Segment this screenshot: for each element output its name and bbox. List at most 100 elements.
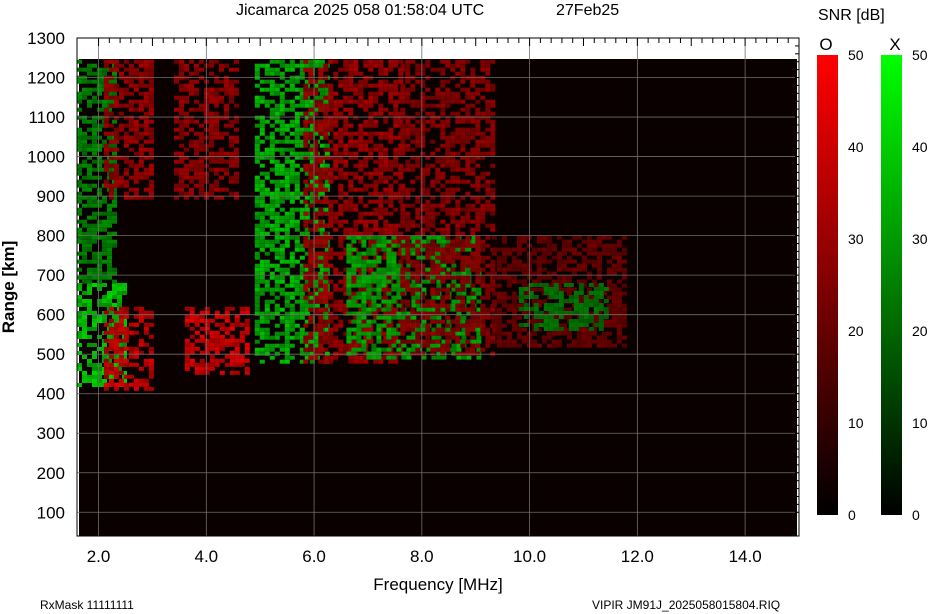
echo-cell-o <box>521 279 527 284</box>
echo-cell-o <box>420 107 426 112</box>
echo-cell-o <box>343 95 349 100</box>
echo-cell-o <box>143 386 149 391</box>
echo-cell-o <box>465 307 471 312</box>
echo-cell-o <box>616 259 622 264</box>
echo-cell-o <box>440 135 446 140</box>
echo-cell-x <box>548 287 554 291</box>
echo-cell-o <box>118 183 124 188</box>
echo-cell-x <box>558 303 564 307</box>
echo-cell-x <box>107 275 112 280</box>
echo-cell-o <box>224 111 229 116</box>
echo-cell-x <box>381 299 387 304</box>
echo-cell-o <box>128 107 134 112</box>
echo-cell-o <box>490 203 496 208</box>
echo-cell-x <box>289 103 295 108</box>
echo-cell-o <box>123 382 129 387</box>
echo-cell-o <box>470 115 476 120</box>
echo-cell-x <box>254 339 260 344</box>
echo-cell-o <box>491 323 497 328</box>
echo-cell-o <box>308 259 314 264</box>
echo-cell-x <box>82 119 87 124</box>
echo-cell-o <box>358 127 364 132</box>
echo-cell-o <box>318 99 324 104</box>
echo-cell-x <box>573 295 579 299</box>
echo-cell-o <box>511 279 517 284</box>
echo-cell-x <box>356 347 362 352</box>
echo-cell-x <box>299 291 305 296</box>
echo-cell-x <box>289 223 295 228</box>
echo-cell-o <box>445 115 451 120</box>
echo-cell-x <box>92 323 97 327</box>
echo-cell-o <box>611 255 617 260</box>
echo-cell-x <box>456 347 462 352</box>
echo-cell-o <box>400 187 406 192</box>
echo-cell-o <box>333 131 339 136</box>
echo-cell-x <box>279 151 285 156</box>
echo-cell-o <box>405 187 411 192</box>
echo-cell-x <box>386 291 392 296</box>
echo-cell-o <box>388 359 394 364</box>
echo-cell-x <box>376 303 382 308</box>
echo-cell-o <box>303 139 309 144</box>
echo-cell-o <box>601 235 607 240</box>
echo-cell-o <box>400 319 406 324</box>
echo-cell-o <box>199 171 204 176</box>
echo-cell-o <box>353 359 359 364</box>
echo-cell-o <box>496 255 502 260</box>
echo-cell-o <box>373 179 379 184</box>
echo-cell-o <box>108 171 114 176</box>
echo-cell-o <box>410 311 416 316</box>
echo-cell-o <box>194 87 199 92</box>
echo-cell-o <box>103 115 109 120</box>
echo-cell-x <box>82 255 87 260</box>
echo-cell-x <box>107 207 112 212</box>
echo-cell-o <box>113 67 119 72</box>
echo-cell-o <box>189 191 194 196</box>
echo-cell-o <box>455 63 461 68</box>
echo-cell-x <box>351 327 357 332</box>
echo-cell-o <box>373 123 379 128</box>
echo-cell-o <box>388 191 394 196</box>
echo-cell-x <box>319 143 325 148</box>
echo-cell-x <box>107 255 112 260</box>
echo-cell-o <box>148 191 154 196</box>
echo-cell-x <box>361 251 367 256</box>
echo-cell-o <box>229 135 234 140</box>
echo-cell-o <box>485 111 491 116</box>
echo-cell-o <box>113 87 119 92</box>
echo-cell-o <box>113 366 119 371</box>
echo-cell-x <box>279 167 285 172</box>
echo-cell-x <box>391 315 397 320</box>
echo-cell-o <box>475 207 481 212</box>
echo-cell-o <box>204 322 210 327</box>
echo-cell-o <box>611 267 617 272</box>
echo-cell-o <box>465 351 471 356</box>
echo-cell-x <box>77 191 82 196</box>
echo-cell-o <box>234 179 239 184</box>
echo-cell-o <box>308 331 314 336</box>
echo-cell-o <box>388 223 394 228</box>
echo-cell-x <box>87 287 92 291</box>
echo-cell-x <box>254 187 260 192</box>
echo-cell-o <box>323 95 329 100</box>
echo-cell-x <box>548 291 554 295</box>
y-tick-label: 1000 <box>27 148 65 167</box>
echo-cell-x <box>361 307 367 312</box>
echo-cell-o <box>204 330 210 335</box>
echo-cell-o <box>475 311 481 316</box>
echo-cell-o <box>378 107 384 112</box>
echo-cell-x <box>269 151 275 156</box>
echo-cell-o <box>420 99 426 104</box>
echo-cell-x <box>284 267 290 272</box>
echo-cell-o <box>224 362 230 367</box>
echo-cell-o <box>363 327 369 332</box>
echo-cell-o <box>621 307 627 312</box>
echo-cell-x <box>82 143 87 148</box>
echo-cell-o <box>388 59 394 64</box>
echo-cell-o <box>410 243 416 248</box>
echo-cell-o <box>229 143 234 148</box>
echo-cell-x <box>356 319 362 324</box>
echo-cell-x <box>279 103 285 108</box>
echo-cell-o <box>179 63 184 68</box>
echo-cell-o <box>318 207 324 212</box>
